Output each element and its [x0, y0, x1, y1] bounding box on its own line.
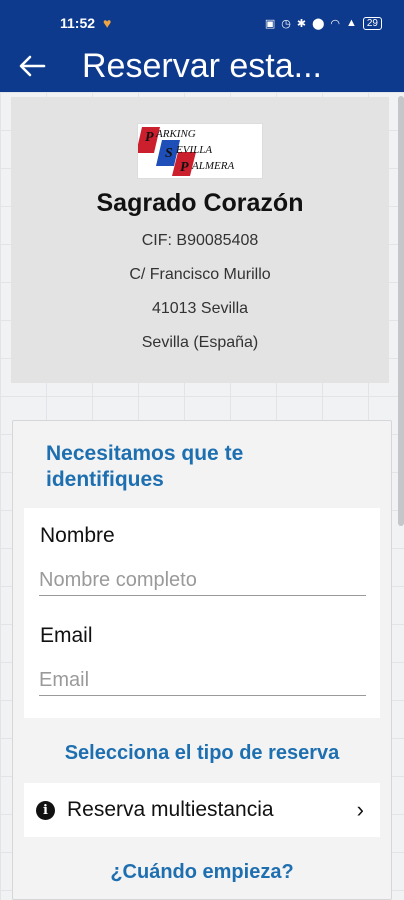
back-button[interactable]: [0, 40, 64, 92]
company-name: Sagrado Corazón: [96, 189, 304, 217]
company-logo: P S P ARKING EVILLA ALMERA: [136, 123, 263, 179]
wifi-icon: ◠: [330, 17, 340, 30]
app-bar: Reservar esta...: [0, 40, 404, 92]
identify-heading-line1: Necesitamos que te: [46, 442, 244, 465]
heart-icon: ♥: [103, 15, 112, 31]
svg-text:ALMERA: ALMERA: [191, 160, 234, 172]
svg-text:P: P: [180, 160, 189, 175]
status-left: 11:52 ♥: [60, 15, 111, 31]
reservation-type-heading: Selecciona el tipo de reserva: [64, 742, 340, 764]
location-icon: ⬤: [312, 17, 325, 30]
battery-icon: 29: [362, 16, 382, 30]
company-region: Sevilla (España): [141, 334, 259, 351]
svg-text:EVILLA: EVILLA: [175, 144, 212, 156]
svg-text:S: S: [165, 146, 173, 161]
page-title: Reservar esta...: [82, 46, 322, 85]
arrow-left-icon: [19, 55, 46, 77]
scrollbar[interactable]: [398, 96, 404, 526]
info-icon: i: [36, 800, 55, 820]
email-input[interactable]: [39, 666, 366, 696]
identify-heading: Necesitamos que te identifiques: [46, 441, 243, 493]
status-time: 11:52: [60, 15, 96, 31]
alarm-icon: ◷: [281, 17, 291, 30]
chevron-right-icon: ›: [356, 797, 364, 822]
reservation-type-selector[interactable]: i Reserva multiestancia ›: [24, 783, 380, 837]
company-address: C/ Francisco Murillo: [129, 266, 271, 283]
logo-graphic: P S P ARKING EVILLA ALMERA: [136, 127, 234, 176]
nfc-icon: ▣: [264, 17, 276, 30]
svg-text:ARKING: ARKING: [155, 128, 196, 140]
name-label: Nombre: [40, 524, 115, 547]
start-heading: ¿Cuándo empieza?: [110, 861, 294, 883]
reservation-type-label: Reserva multiestancia: [67, 798, 274, 821]
company-cif: CIF: B90085408: [141, 232, 259, 249]
company-postal: 41013 Sevilla: [151, 300, 249, 317]
svg-text:P: P: [145, 130, 154, 145]
company-card: P S P ARKING EVILLA ALMERA Sagrado Coraz…: [11, 97, 389, 383]
email-label: Email: [40, 624, 93, 647]
name-input[interactable]: [39, 566, 366, 596]
signal-icon: ▲: [345, 17, 357, 29]
bluetooth-icon: ✱: [296, 17, 307, 30]
identify-heading-line2: identifiques: [46, 468, 164, 491]
status-icons: ▣ ◷ ✱ ⬤ ◠ ▲ 29: [264, 16, 382, 30]
identify-fields: Nombre Email: [24, 508, 380, 718]
